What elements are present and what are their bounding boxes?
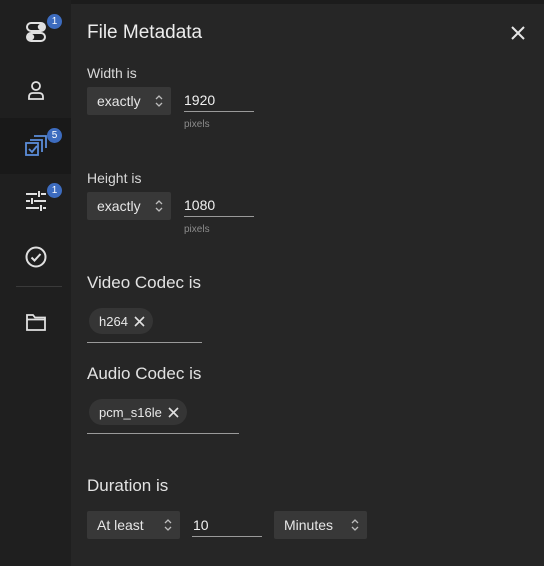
chevron-updown-icon: [155, 95, 163, 107]
badge-count: 1: [47, 183, 62, 198]
sidebar: 1 5 1: [0, 0, 71, 566]
duration-input[interactable]: 10: [192, 513, 262, 537]
chevron-updown-icon: [155, 200, 163, 212]
sidebar-item-batch[interactable]: 5: [0, 118, 71, 174]
duration-unit-value: Minutes: [284, 517, 334, 533]
chevron-updown-icon: [351, 519, 359, 531]
duration-unit-select[interactable]: Minutes: [274, 511, 367, 539]
height-input[interactable]: 1080: [184, 193, 254, 217]
panel-title: File Metadata: [87, 22, 203, 43]
height-unit: pixels: [184, 224, 210, 235]
check-circle-icon: [25, 246, 46, 268]
width-input[interactable]: 1920: [184, 88, 254, 112]
badge-count: 1: [47, 14, 62, 29]
badge-count: 5: [47, 128, 62, 143]
width-operator-value: exactly: [97, 93, 141, 109]
close-icon: [168, 406, 179, 418]
chip-remove-button[interactable]: [134, 315, 145, 327]
folder-icon: [25, 314, 46, 331]
audio-codec-field[interactable]: pcm_s16le: [87, 396, 239, 434]
duration-operator-value: At least: [97, 517, 144, 533]
height-operator-value: exactly: [97, 198, 141, 214]
codec-chip: pcm_s16le: [89, 399, 187, 425]
person-icon: [27, 81, 44, 100]
duration-operator-select[interactable]: At least: [87, 511, 180, 539]
width-operator-select[interactable]: exactly: [87, 87, 171, 115]
sidebar-item-approve[interactable]: [0, 229, 71, 285]
chip-label: h264: [99, 313, 128, 329]
video-codec-label: Video Codec is: [87, 273, 202, 292]
sidebar-item-filters[interactable]: 1: [0, 173, 71, 229]
stacked-checkboxes-icon: [24, 135, 47, 156]
height-label: Height is: [87, 170, 142, 186]
close-button[interactable]: [507, 22, 529, 44]
sliders-icon: [25, 191, 46, 211]
chevron-updown-icon: [164, 519, 172, 531]
chip-remove-button[interactable]: [168, 406, 179, 418]
sidebar-item-person[interactable]: [0, 62, 71, 118]
file-metadata-panel: File Metadata Width is exactly 1920 pixe…: [71, 0, 544, 566]
chip-label: pcm_s16le: [99, 404, 162, 420]
sidebar-item-toggles[interactable]: 1: [0, 4, 71, 60]
close-icon: [134, 315, 145, 327]
video-codec-field[interactable]: h264: [87, 305, 202, 343]
duration-label: Duration is: [87, 476, 169, 495]
height-operator-select[interactable]: exactly: [87, 192, 171, 220]
sidebar-item-folder[interactable]: [0, 294, 71, 350]
sidebar-divider: [16, 286, 62, 287]
width-label: Width is: [87, 65, 137, 81]
audio-codec-label: Audio Codec is: [87, 364, 202, 383]
codec-chip: h264: [89, 308, 153, 334]
toggle-switches-icon: [25, 22, 46, 42]
close-icon: [511, 26, 525, 40]
width-unit: pixels: [184, 119, 210, 130]
